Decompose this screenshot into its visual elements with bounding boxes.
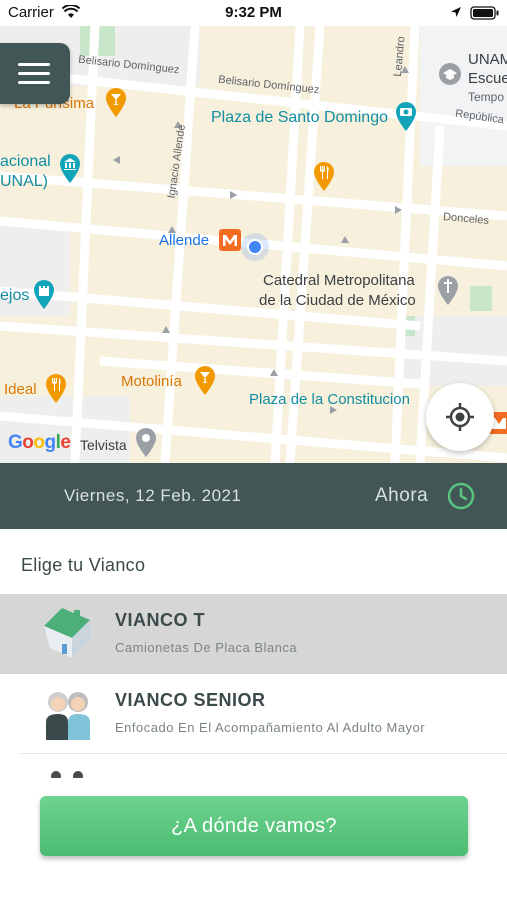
castle-pin-icon[interactable]: [32, 278, 56, 310]
place-label: de la Ciudad de México: [259, 292, 416, 309]
place-label: acional: [0, 153, 51, 170]
seniors-icon: [46, 692, 90, 740]
bar-pin-icon[interactable]: [193, 364, 217, 396]
location-arrow-icon: [451, 7, 461, 17]
google-logo: Google: [8, 432, 71, 453]
section-title: Elige tu Vianco: [21, 555, 146, 575]
place-label: Plaza de Santo Domingo: [211, 109, 388, 126]
place-label: Plaza de la Constitucion: [249, 391, 410, 408]
place-label: Motolinía: [121, 373, 182, 390]
vehicle-option-vianco-senior[interactable]: VIANCO SENIOR Enfocado En El Acompañamie…: [0, 674, 507, 754]
divider: [21, 753, 507, 754]
camera-pin-icon[interactable]: [394, 100, 418, 132]
where-to-button[interactable]: ¿A dónde vamos?: [40, 796, 468, 856]
hamburger-icon-line: [18, 72, 50, 75]
crosshair-icon: [446, 403, 474, 431]
place-label: Escue: [468, 70, 507, 87]
place-label: Tempo: [468, 90, 505, 104]
hamburger-icon-line: [18, 81, 50, 84]
partial-option-icon: [51, 771, 83, 778]
date-time-bar[interactable]: Viernes, 12 Feb. 2021 Ahora: [0, 463, 507, 529]
status-bar: Carrier 9:32 PM: [0, 0, 507, 26]
menu-button[interactable]: [0, 43, 70, 104]
place-label: Catedral Metropolitana: [263, 272, 415, 289]
restaurant-pin-icon[interactable]: [312, 160, 336, 192]
option-title: VIANCO T: [115, 610, 206, 630]
clock-icon[interactable]: [447, 482, 475, 510]
museum-pin-icon[interactable]: [58, 152, 82, 184]
option-subtitle: Enfocado En El Acompañamiento Al Adulto …: [115, 720, 426, 735]
current-location-dot: [241, 233, 269, 261]
date-label[interactable]: Viernes, 12 Feb. 2021: [64, 486, 241, 506]
metro-icon[interactable]: [219, 229, 241, 251]
location-pin-icon[interactable]: [134, 426, 158, 458]
hamburger-icon-line: [18, 63, 50, 66]
option-title: VIANCO SENIOR: [115, 690, 266, 710]
battery-icon: [470, 6, 499, 20]
time-label[interactable]: Ahora: [375, 485, 428, 507]
place-label: Telvista: [80, 437, 127, 453]
restaurant-pin-icon[interactable]: [44, 372, 68, 404]
place-label: UNAM: [468, 51, 507, 68]
option-subtitle: Camionetas De Placa Blanca: [115, 640, 298, 655]
place-label: UNAL): [0, 173, 49, 190]
vehicle-option-vianco-t[interactable]: VIANCO T Camionetas De Placa Blanca: [0, 594, 507, 674]
school-pin-icon[interactable]: [438, 62, 462, 86]
bar-pin-icon[interactable]: [104, 86, 128, 118]
house-icon: [44, 608, 90, 658]
clock-time: 9:32 PM: [225, 4, 282, 21]
place-label: Allende: [159, 232, 210, 249]
place-label: Ideal: [4, 381, 37, 398]
my-location-button[interactable]: [426, 383, 494, 451]
church-pin-icon[interactable]: [436, 274, 460, 306]
place-label: ejos: [0, 287, 30, 304]
